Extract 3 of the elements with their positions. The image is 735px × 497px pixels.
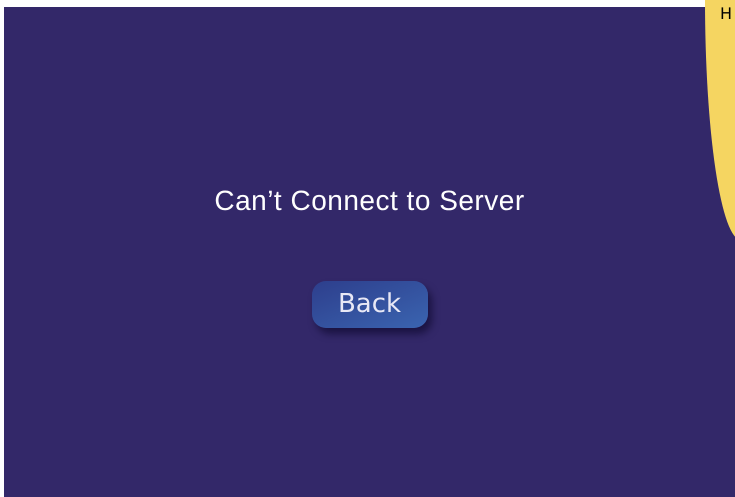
back-button[interactable]: Back	[312, 281, 428, 328]
side-note-text: H	[720, 4, 732, 23]
error-message: Can’t Connect to Server	[214, 184, 525, 218]
